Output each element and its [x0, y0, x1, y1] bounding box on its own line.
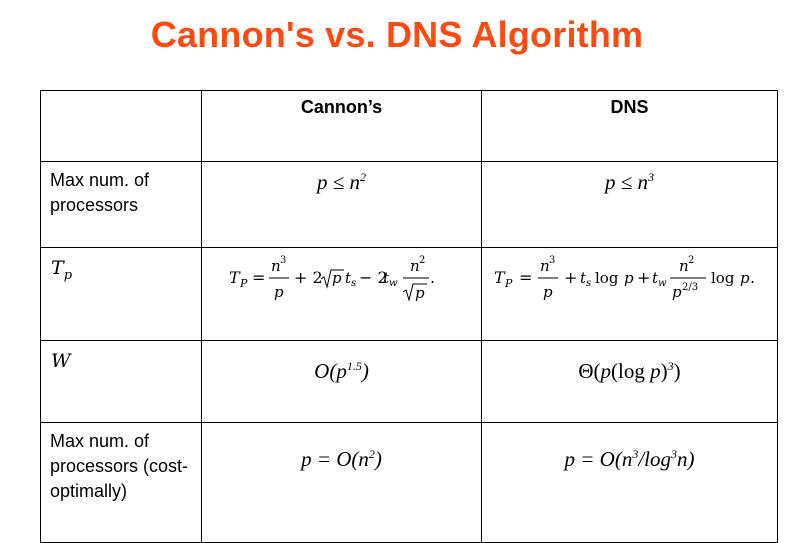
row-label-max-processors: Max num. of processors: [40, 161, 202, 248]
cannon-w: O(p1.5): [201, 340, 482, 423]
header-dns: DNS: [481, 90, 778, 162]
dns-tp-equation: T P = n 3 p + t s log p + t w n 2 p 2/3 …: [494, 255, 755, 301]
svg-text:3: 3: [549, 255, 555, 266]
row-label-w: W: [40, 340, 202, 423]
cannon-cost-optimal: p = O(n2): [201, 422, 482, 543]
row-label-tp: Tp: [40, 247, 202, 341]
svg-text:P: P: [239, 277, 248, 290]
dns-tp-formula: T P = n 3 p + t s log p + t w n 2 p 2/3 …: [481, 247, 778, 341]
svg-text:p: p: [624, 269, 634, 287]
svg-text:=: =: [252, 268, 265, 287]
svg-text:2/3: 2/3: [682, 282, 698, 293]
dns-cost-optimal: p = O(n3/log3n): [481, 422, 778, 543]
dns-max-processors: p ≤ n3: [481, 161, 778, 248]
svg-text:p: p: [415, 284, 425, 302]
svg-text:p: p: [332, 269, 342, 287]
table-row: Max num. of processors (cost-optimally) …: [40, 422, 778, 543]
cannon-max-processors: p ≤ n2: [201, 161, 482, 248]
svg-text:P: P: [504, 277, 513, 290]
svg-text:.: .: [430, 268, 435, 287]
row-label-cost-optimal: Max num. of processors (cost-optimally): [40, 422, 202, 543]
svg-text:p: p: [672, 283, 682, 301]
svg-text:p: p: [274, 283, 284, 301]
header-cannon: Cannon’s: [201, 90, 482, 162]
table-row: Tp T P = n 3 p + 2 p t s − 2 t w n 2 p .…: [40, 247, 778, 341]
svg-text:+ 2: + 2: [294, 268, 323, 287]
svg-text:w: w: [389, 278, 398, 289]
svg-text:s: s: [586, 278, 591, 289]
svg-text:log: log: [711, 269, 735, 287]
dns-w: Θ(p(log p)3): [481, 340, 778, 423]
svg-text:3: 3: [280, 255, 286, 266]
svg-text:+: +: [564, 268, 577, 287]
svg-text:log: log: [595, 269, 619, 287]
svg-text:2: 2: [419, 255, 425, 266]
svg-text:w: w: [658, 278, 667, 289]
svg-text:=: =: [519, 268, 532, 287]
table-header-row: Cannon’s DNS: [40, 90, 778, 162]
svg-text:.: .: [750, 268, 755, 287]
comparison-table: Cannon’s DNS Max num. of processors p ≤ …: [40, 90, 778, 543]
cannon-tp-equation: T P = n 3 p + 2 p t s − 2 t w n 2 p .: [229, 255, 435, 302]
cannon-tp-formula: T P = n 3 p + 2 p t s − 2 t w n 2 p .: [201, 247, 482, 341]
table-row: Max num. of processors p ≤ n2 p ≤ n3: [40, 161, 778, 248]
svg-text:s: s: [351, 278, 356, 289]
header-empty-cell: [40, 90, 202, 162]
svg-text:2: 2: [688, 255, 694, 266]
svg-text:p: p: [543, 283, 553, 301]
svg-text:+: +: [637, 268, 650, 287]
svg-text:p: p: [740, 269, 750, 287]
table-row: W O(p1.5) Θ(p(log p)3): [40, 340, 778, 423]
page-title: Cannon's vs. DNS Algorithm: [150, 14, 644, 55]
